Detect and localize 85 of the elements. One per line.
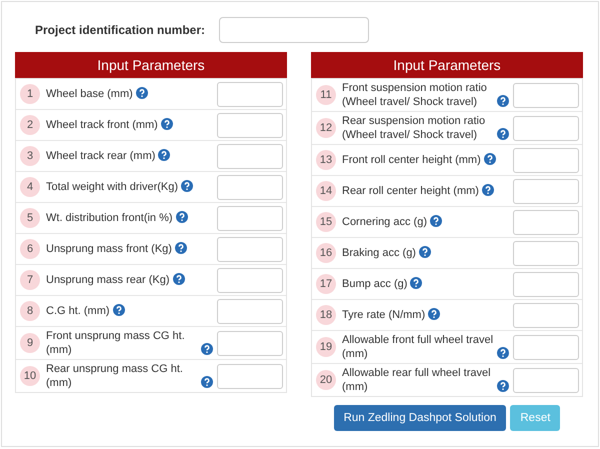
row-number-badge: 8 [20, 301, 40, 321]
row-number-badge: 5 [20, 208, 40, 228]
input-field[interactable] [513, 210, 579, 234]
parameter-label: Unsprung mass rear (Kg) [46, 273, 170, 287]
input-field[interactable] [217, 206, 283, 230]
input-field[interactable] [513, 82, 579, 108]
help-icon[interactable] [497, 95, 509, 107]
panel-header: Input Parameters [15, 52, 287, 78]
help-icon[interactable] [201, 376, 213, 388]
row-number-badge: 17 [316, 274, 336, 294]
run-button[interactable]: Run Zedling Dashpot Solution [334, 405, 506, 431]
help-icon[interactable] [181, 180, 194, 192]
parameter-label: Allowable front full wheel travel (mm) [342, 333, 494, 361]
input-field[interactable] [217, 298, 283, 324]
row-number-badge: 13 [316, 150, 336, 170]
help-icon[interactable] [497, 380, 509, 392]
parameter-label: Wheel track front (mm) [46, 118, 158, 132]
row-number-badge: 1 [20, 84, 40, 104]
parameter-label: Front unsprung mass CG ht. (mm) [46, 329, 186, 357]
parameter-label: Tyre rate (N/mm) [342, 308, 426, 322]
parameter-label: Wheel track rear (mm) [46, 149, 156, 163]
input-field[interactable] [513, 272, 579, 296]
parameter-label: Rear suspension motion ratio (Wheel travel/ Shock travel) [342, 114, 486, 142]
row-number-badge: 20 [316, 370, 336, 390]
input-field[interactable] [513, 148, 579, 172]
input-field[interactable] [219, 17, 370, 43]
row-number-badge: 16 [316, 243, 336, 263]
help-icon[interactable] [418, 246, 431, 258]
row-number-badge: 14 [316, 181, 336, 201]
help-icon[interactable] [497, 347, 509, 359]
parameter-label: Unsprung mass front (Kg) [46, 242, 172, 256]
parameter-label: Rear roll center height (mm) [342, 184, 479, 198]
help-icon[interactable] [484, 153, 496, 165]
help-icon[interactable] [172, 273, 184, 285]
row-number-badge: 2 [20, 115, 40, 135]
help-icon[interactable] [174, 242, 187, 254]
row-number-badge: 10 [20, 366, 40, 386]
help-icon[interactable] [497, 128, 509, 140]
row-number-badge: 18 [316, 305, 336, 325]
help-icon[interactable] [176, 211, 188, 223]
row-number-badge: 11 [316, 85, 336, 105]
input-field[interactable] [513, 368, 579, 392]
field-label: Project identification number: [35, 23, 206, 37]
input-field[interactable] [217, 112, 283, 138]
parameter-label: Front roll center height (mm) [342, 153, 481, 167]
help-icon[interactable] [482, 184, 494, 196]
row-number-badge: 12 [316, 118, 336, 138]
row-number-badge: 15 [316, 212, 336, 232]
panel-header: Input Parameters [311, 52, 583, 78]
input-field[interactable] [513, 334, 579, 360]
parameter-label: Bump acc (g) [342, 277, 408, 291]
row-number-badge: 7 [20, 270, 40, 290]
input-field[interactable] [217, 268, 283, 292]
help-icon[interactable] [428, 308, 440, 320]
row-number-badge: 3 [20, 146, 40, 166]
parameter-label: Allowable rear full wheel travel (mm) [342, 366, 492, 394]
row-number-badge: 19 [316, 337, 336, 357]
parameter-label: Front suspension motion ratio (Wheel travel/ Shock travel) [342, 81, 488, 109]
input-field[interactable] [513, 178, 579, 204]
input-field[interactable] [217, 144, 283, 168]
parameter-label: Rear unsprung mass CG ht. (mm) [46, 362, 184, 390]
input-field[interactable] [513, 240, 579, 266]
row-number-badge: 6 [20, 239, 40, 259]
help-icon[interactable] [410, 277, 422, 289]
parameter-label: Total weight with driver(Kg) [46, 180, 178, 194]
help-icon[interactable] [160, 118, 173, 130]
row-number-badge: 4 [20, 177, 40, 197]
help-icon[interactable] [158, 149, 170, 161]
parameter-label: C.G ht. (mm) [46, 304, 110, 318]
input-field[interactable] [217, 82, 283, 106]
input-field[interactable] [513, 302, 579, 328]
help-icon[interactable] [430, 215, 442, 227]
input-field[interactable] [217, 364, 283, 388]
parameter-label: Wheel base (mm) [46, 87, 133, 101]
help-icon[interactable] [136, 87, 148, 99]
help-icon[interactable] [112, 304, 125, 316]
parameter-label: Wt. distribution front(in %) [46, 211, 173, 225]
row-number-badge: 9 [20, 333, 40, 353]
input-field[interactable] [217, 330, 283, 356]
parameter-label: Cornering acc (g) [342, 215, 427, 229]
help-icon[interactable] [201, 343, 213, 355]
input-field[interactable] [217, 236, 283, 262]
input-field[interactable] [513, 116, 579, 140]
parameter-label: Braking acc (g) [342, 246, 416, 260]
input-field[interactable] [217, 174, 283, 200]
